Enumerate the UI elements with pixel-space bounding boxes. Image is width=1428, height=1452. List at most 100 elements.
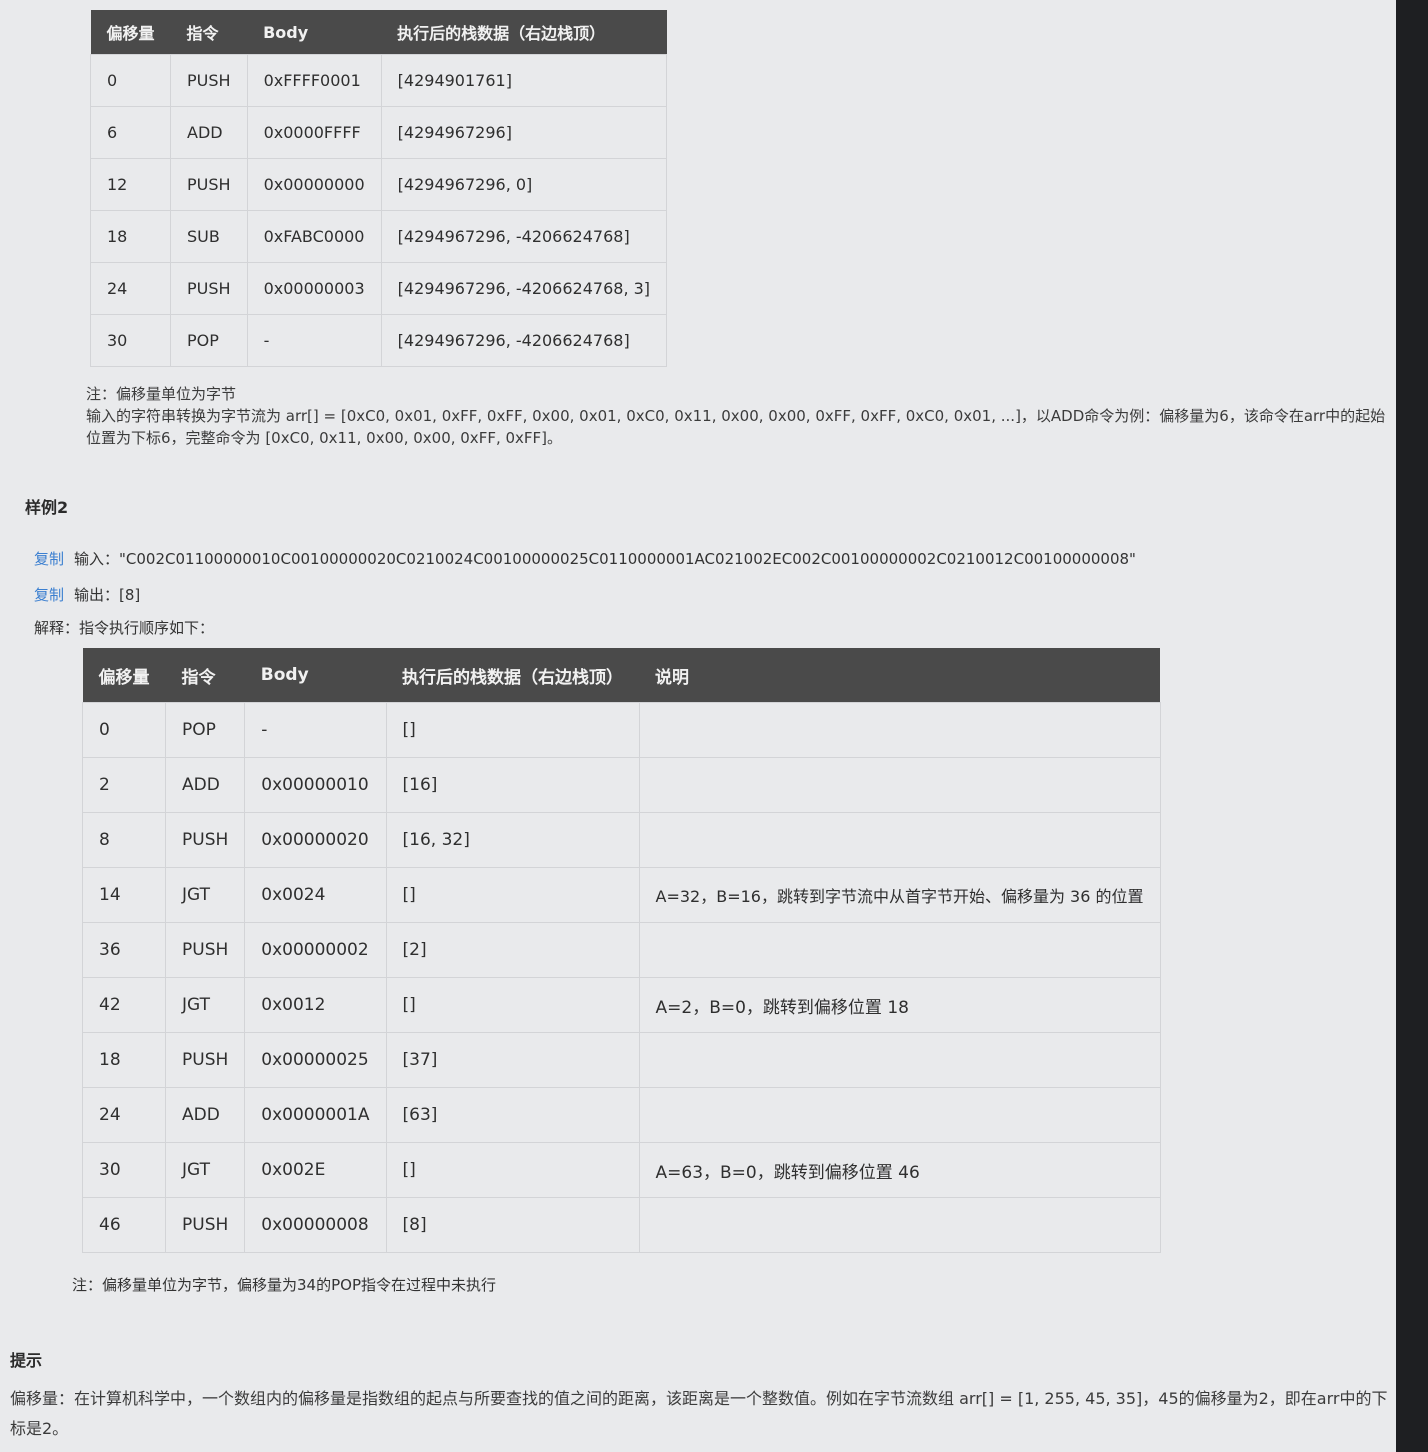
- cell-stack: [8]: [385, 1197, 640, 1253]
- cell-instruction: PUSH: [164, 812, 246, 868]
- note-line-unit: 注：偏移量单位为字节: [86, 385, 237, 403]
- cell-stack: [37]: [385, 1032, 640, 1088]
- cell-description: [638, 922, 1161, 978]
- cell-description: A=2，B=0，跳转到偏移位置 18: [638, 977, 1161, 1033]
- note-example2: 注：偏移量单位为字节，偏移量为34的POP指令在过程中未执行: [72, 1276, 496, 1294]
- table-header-row: 偏移量 指令 Body 执行后的栈数据（右边栈顶）: [90, 10, 667, 55]
- header-body: Body: [244, 648, 386, 703]
- cell-offset: 2: [82, 757, 166, 813]
- cell-stack: [16, 32]: [385, 812, 640, 868]
- cell-instruction: JGT: [164, 1142, 246, 1198]
- cell-offset: 24: [89, 262, 172, 315]
- cell-offset: 0: [82, 702, 166, 758]
- cell-offset: 18: [89, 210, 172, 263]
- cell-body: 0x0000001A: [244, 1087, 387, 1143]
- cell-instruction: PUSH: [164, 1032, 246, 1088]
- cell-offset: 30: [89, 314, 172, 367]
- cell-description: [638, 757, 1161, 813]
- table-row: 14 JGT 0x0024[] A=32，B=16，跳转到字节流中从首字节开始、偏移量…: [82, 867, 1161, 923]
- table-row: 30 JGT 0x002E[] A=63，B=0，跳转到偏移位置 46: [82, 1142, 1161, 1198]
- cell-stack: []: [385, 977, 640, 1033]
- table-header-row: 偏移量 指令 Body 执行后的栈数据（右边栈顶） 说明: [82, 648, 1160, 703]
- cell-offset: 36: [82, 922, 166, 978]
- cell-stack: [2]: [385, 922, 640, 978]
- example2-title: 样例2: [25, 498, 69, 517]
- table-row: 24 PUSH 0x00000003 [4294967296, -4206624768…: [89, 262, 668, 315]
- cell-instruction: PUSH: [170, 54, 248, 107]
- example2-output-line: 复制 输出：[8]: [34, 584, 140, 605]
- cell-stack: [4294901761]: [380, 54, 668, 107]
- screen-edge: [1396, 0, 1428, 1452]
- header-description: 说明: [639, 648, 1160, 703]
- cell-offset: 24: [82, 1087, 166, 1143]
- cell-description: [638, 1087, 1161, 1143]
- cell-offset: 18: [82, 1032, 166, 1088]
- copy-output-button[interactable]: 复制: [34, 586, 64, 604]
- cell-stack: []: [385, 702, 640, 758]
- cell-body: 0x00000008: [244, 1197, 387, 1253]
- table-row: 42 JGT 0x0012[] A=2，B=0，跳转到偏移位置 18: [82, 977, 1161, 1033]
- cell-stack: [4294967296, -4206624768]: [380, 314, 668, 367]
- cell-description: [638, 702, 1161, 758]
- instruction-table-example1: 偏移量 指令 Body 执行后的栈数据（右边栈顶） 0 PUSH 0xFFFF000…: [89, 10, 668, 367]
- header-body: Body: [247, 10, 382, 55]
- cell-body: 0x002E: [244, 1142, 387, 1198]
- cell-instruction: JGT: [164, 977, 246, 1033]
- note-line-bytes: 输入的字符串转换为字节流为 arr[] = [0xC0, 0x01, 0xFF,…: [86, 407, 1386, 447]
- cell-body: 0x00000003: [246, 262, 382, 315]
- cell-instruction: PUSH: [164, 1197, 246, 1253]
- cell-stack: []: [385, 1142, 640, 1198]
- copy-input-button[interactable]: 复制: [34, 550, 64, 568]
- cell-stack: [63]: [385, 1087, 640, 1143]
- cell-offset: 42: [82, 977, 166, 1033]
- problem-page: 偏移量 指令 Body 执行后的栈数据（右边栈顶） 0 PUSH 0xFFFF000…: [0, 0, 1400, 1452]
- cell-instruction: ADD: [164, 757, 246, 813]
- table-row: 24 ADD 0x0000001A [63]: [82, 1087, 1161, 1143]
- table-row: 18 SUB 0xFABC0000 [4294967296, -4206624768]: [89, 210, 668, 263]
- cell-body: 0x0012: [244, 977, 387, 1033]
- cell-offset: 6: [89, 106, 172, 159]
- cell-body: 0x0000FFFF: [246, 106, 382, 159]
- cell-instruction: PUSH: [170, 158, 248, 211]
- cell-body: -: [246, 314, 382, 367]
- note-example1: 注：偏移量单位为字节 输入的字符串转换为字节流为 arr[] = [0xC0, …: [86, 383, 1386, 449]
- cell-offset: 46: [82, 1197, 166, 1253]
- cell-instruction: POP: [170, 314, 248, 367]
- cell-instruction: ADD: [164, 1087, 246, 1143]
- cell-instruction: PUSH: [164, 922, 246, 978]
- cell-body: 0x00000020: [244, 812, 387, 868]
- example2-output: 输出：[8]: [74, 586, 141, 604]
- example2-input-line: 复制 输入："C002C01100000010C00100000020C02100…: [34, 548, 1136, 569]
- cell-description: [638, 812, 1161, 868]
- cell-body: 0x00000010: [244, 757, 387, 813]
- cell-stack: [4294967296, 0]: [380, 158, 668, 211]
- header-stack: 执行后的栈数据（右边栈顶）: [386, 648, 639, 703]
- table-row: 18 PUSH 0x00000025 [37]: [82, 1032, 1161, 1088]
- cell-offset: 30: [82, 1142, 166, 1198]
- header-instruction: 指令: [170, 10, 248, 55]
- header-offset: 偏移量: [82, 648, 166, 703]
- table-row: 8 PUSH 0x00000020 [16, 32]: [82, 812, 1161, 868]
- cell-instruction: POP: [164, 702, 246, 758]
- cell-body: 0xFFFF0001: [246, 54, 382, 107]
- header-offset: 偏移量: [90, 10, 171, 55]
- cell-body: -: [244, 702, 387, 758]
- cell-instruction: PUSH: [170, 262, 248, 315]
- cell-stack: []: [385, 867, 640, 923]
- cell-description: A=32，B=16，跳转到字节流中从首字节开始、偏移量为 36 的位置: [638, 867, 1161, 923]
- table-row: 6 ADD 0x0000FFFF [4294967296]: [89, 106, 668, 159]
- cell-description: A=63，B=0，跳转到偏移位置 46: [638, 1142, 1161, 1198]
- example2-explanation: 解释：指令执行顺序如下：: [34, 619, 215, 637]
- cell-offset: 0: [89, 54, 172, 107]
- table-row: 46 PUSH 0x00000008 [8]: [82, 1197, 1161, 1253]
- cell-offset: 12: [89, 158, 172, 211]
- cell-instruction: JGT: [164, 867, 246, 923]
- cell-body: 0x00000002: [244, 922, 387, 978]
- cell-stack: [4294967296, -4206624768, 3]: [380, 262, 668, 315]
- cell-description: [638, 1032, 1161, 1088]
- cell-instruction: ADD: [170, 106, 248, 159]
- cell-body: 0x0024: [244, 867, 387, 923]
- header-instruction: 指令: [165, 648, 245, 703]
- table-row: 0 POP -[]: [82, 702, 1161, 758]
- cell-offset: 8: [82, 812, 166, 868]
